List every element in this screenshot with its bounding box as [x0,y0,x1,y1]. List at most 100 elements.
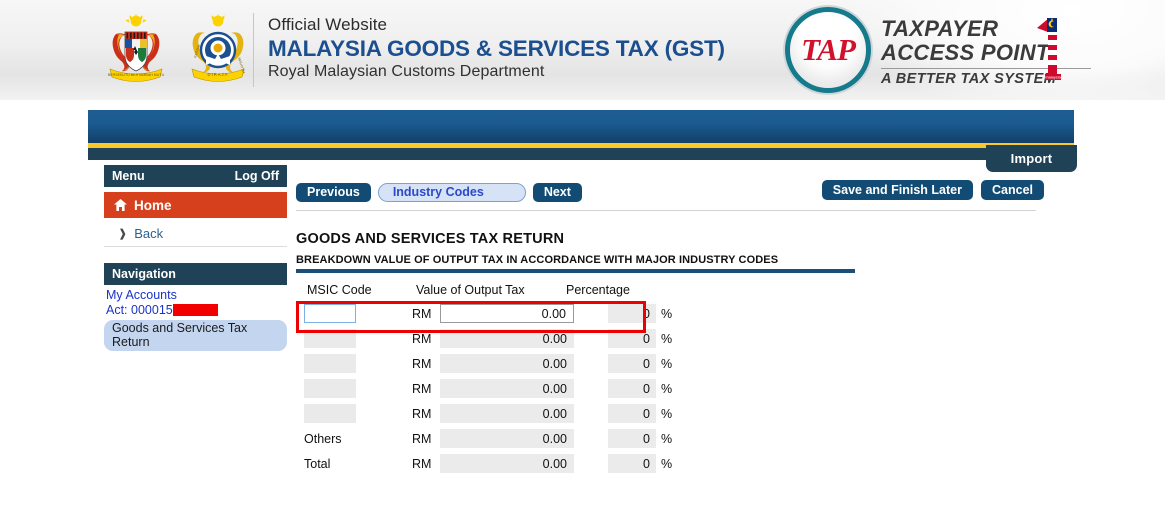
msic-row-label: Total [304,457,330,471]
form-toolbar: Previous Industry Codes Next Save and Fi… [296,180,1036,204]
percent-symbol: % [661,432,672,446]
malaysia-1-flag-icon: malaysia [1027,14,1063,86]
value-of-output-tax-input: 0.00 [440,429,574,448]
msic-code-input[interactable] [304,379,356,398]
previous-button[interactable]: Previous [296,183,371,202]
msic-code-input[interactable] [304,329,356,348]
cell-msic-code: Others [296,432,412,446]
sidebar-item-back-label: Back [134,226,163,241]
cell-percentage: 0% [608,454,672,473]
svg-text:BERSEKUTU BERTAMBAH MUTU: BERSEKUTU BERTAMBAH MUTU [108,73,165,77]
navigation-label: Navigation [112,267,176,281]
industry-codes-table: MSIC Code Value of Output Tax Percentage… [296,283,1036,476]
form-toolbar-right: Save and Finish Later Cancel [822,180,1044,200]
menu-label: Menu [112,169,145,183]
value-of-output-tax-input: 0.00 [440,329,574,348]
currency-label: RM [412,457,440,471]
table-row: OthersRM0.000% [296,426,1036,451]
percentage-value: 0 [608,354,656,373]
tap-logo-word: TAP [801,32,855,68]
cell-percentage: 0% [608,329,672,348]
cell-value-of-output-tax: 0.00 [440,329,590,348]
nav-account-id-text: Act: 000015 [106,303,173,317]
section-title: GOODS AND SERVICES TAX RETURN [296,231,1036,247]
cell-msic-code: Total [296,457,412,471]
save-and-finish-later-button[interactable]: Save and Finish Later [822,180,973,200]
industry-codes-step[interactable]: Industry Codes [378,183,526,202]
department-label: Royal Malaysian Customs Department [268,62,725,82]
cell-value-of-output-tax: 0.00 [440,304,590,323]
cell-percentage: 0% [608,404,672,423]
msic-code-input[interactable] [304,354,356,373]
government-crests: BERSEKUTU BERTAMBAH MUTU [98,12,256,90]
page-title: MALAYSIA GOODS & SERVICES TAX (GST) [268,35,725,62]
next-button[interactable]: Next [533,183,582,202]
banner-blue-bar [88,110,1074,143]
cell-msic-code [296,329,412,348]
value-of-output-tax-input: 0.00 [440,379,574,398]
table-row: RM0.000% [296,301,1036,326]
section-accent-rule [296,269,855,273]
menu-header: Menu Log Off [104,165,287,187]
cell-value-of-output-tax: 0.00 [440,354,590,373]
value-of-output-tax-input[interactable]: 0.00 [440,304,574,323]
cancel-button[interactable]: Cancel [981,180,1044,200]
msic-row-label: Others [304,432,342,446]
nav-link-my-accounts[interactable]: My Accounts [104,288,287,303]
cell-msic-code [296,404,412,423]
percentage-value: 0 [608,404,656,423]
percentage-value: 0 [608,454,656,473]
header-titles: Official Website MALAYSIA GOODS & SERVIC… [268,14,725,82]
percent-symbol: % [661,307,672,321]
table-row: RM0.000% [296,401,1036,426]
value-of-output-tax-input: 0.00 [440,404,574,423]
column-header-percentage: Percentage [566,283,686,297]
royal-customs-logo-icon: DIRAJA KASTAM MALAYSIA [180,12,256,90]
value-of-output-tax-input: 0.00 [440,454,574,473]
cell-value-of-output-tax: 0.00 [440,379,590,398]
main-content: Previous Industry Codes Next Save and Fi… [296,180,1036,476]
nav-account-id[interactable]: Act: 000015 [104,303,287,318]
chevron-right-icon: ❱ [118,227,127,240]
navigation-body: My Accounts Act: 000015 Goods and Servic… [104,285,287,351]
cell-msic-code [296,304,412,323]
cell-value-of-output-tax: 0.00 [440,454,590,473]
currency-label: RM [412,432,440,446]
table-row: RM0.00 0% [296,326,1036,351]
percent-symbol: % [661,407,672,421]
table-body: RM0.000%RM0.000%RM0.000%RM0.000%RM0.000%… [296,301,1036,476]
table-row: RM0.000% [296,351,1036,376]
redaction-bar [173,304,218,316]
column-header-msic-code: MSIC Code [296,283,416,297]
currency-label: RM [412,332,440,346]
cell-percentage: 0% [608,379,672,398]
percent-symbol: % [661,457,672,471]
import-tab[interactable]: Import [986,145,1077,172]
percent-symbol: % [661,332,672,346]
home-icon [114,199,127,211]
header-divider [253,13,254,87]
value-of-output-tax-input: 0.00 [440,354,574,373]
banner-dark-bar [88,148,1074,160]
cell-msic-code [296,354,412,373]
msic-code-input[interactable] [304,404,356,423]
column-header-value-of-output-tax: Value of Output Tax [416,283,566,297]
blue-banner [88,110,1074,160]
svg-text:malaysia: malaysia [1045,75,1062,80]
log-off-link[interactable]: Log Off [235,169,279,183]
cell-value-of-output-tax: 0.00 [440,429,590,448]
malaysia-coat-of-arms-icon: BERSEKUTU BERTAMBAH MUTU [98,12,174,90]
percentage-value: 0 [608,304,656,323]
sidebar-item-home[interactable]: Home [104,192,287,218]
currency-label: RM [412,382,440,396]
sidebar-item-back[interactable]: ❱ Back [104,221,287,247]
section-subtitle: BREAKDOWN VALUE OF OUTPUT TAX IN ACCORDA… [296,254,1036,266]
nav-current-page: Goods and Services Tax Return [104,320,287,351]
table-row: RM0.00 0% [296,376,1036,401]
percentage-value: 0 [608,379,656,398]
msic-code-input[interactable] [304,304,356,323]
table-header-row: MSIC Code Value of Output Tax Percentage [296,283,1036,301]
percent-symbol: % [661,357,672,371]
sidebar: Menu Log Off Home ❱ Back Navigation My A… [104,165,287,351]
cell-value-of-output-tax: 0.00 [440,404,590,423]
